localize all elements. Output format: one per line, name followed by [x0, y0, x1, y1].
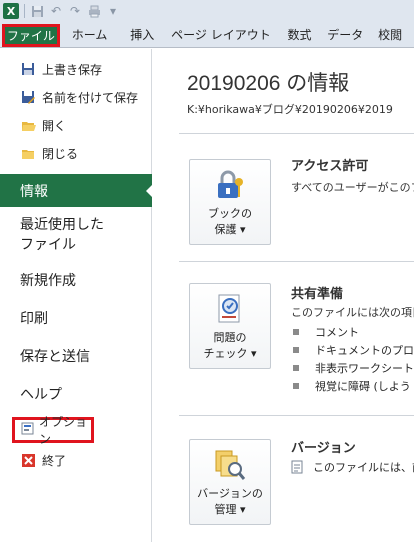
options-icon [21, 422, 34, 438]
nav-help-label: ヘルプ [20, 387, 62, 403]
save-icon[interactable] [30, 4, 44, 18]
list-item: ドキュメントのプロパ [291, 341, 414, 359]
section-divider [179, 415, 414, 416]
protect-button-label-2: 保護 ▾ [214, 223, 246, 236]
prepare-list: コメント ドキュメントのプロパ 非表示ワークシート 視覚に障碍 (しよう [291, 323, 414, 395]
nav-save-send-label: 保存と送信 [20, 349, 90, 365]
nav-save[interactable]: 上書き保存 [0, 55, 151, 83]
prepare-text: このファイルには次の項目 [291, 306, 414, 319]
list-item: 非表示ワークシート [291, 359, 414, 377]
nav-close-label: 閉じる [42, 146, 79, 161]
nav-recent-files[interactable]: 最近使用した ファイル [0, 207, 151, 261]
tab-page-layout[interactable]: ページ レイアウト [165, 22, 276, 47]
tab-home[interactable]: ホーム [60, 22, 120, 47]
nav-info[interactable]: 情報 [0, 174, 153, 207]
nav-save-as-label: 名前を付けて保存 [42, 90, 139, 105]
section-divider [179, 261, 414, 262]
exit-icon [20, 452, 36, 468]
tab-formulas[interactable]: 数式 [277, 22, 323, 47]
nav-new[interactable]: 新規作成 [0, 261, 151, 299]
page-title: 20190206 の情報 [187, 72, 350, 95]
close-folder-icon [20, 145, 36, 161]
list-item: 視覚に障碍 (しよう [291, 377, 414, 395]
save-as-icon [20, 89, 36, 105]
manage-versions-button[interactable]: バージョンの 管理 ▾ [189, 439, 271, 525]
customize-icon[interactable]: ▾ [106, 4, 120, 18]
info-pane: 20190206 の情報 K:¥horikawa¥ブログ¥20190206¥20… [153, 49, 414, 542]
nav-close[interactable]: 閉じる [0, 139, 151, 167]
check-for-issues-button[interactable]: 問題の チェック ▾ [189, 283, 271, 369]
permissions-text: すべてのユーザーがこのフ [291, 181, 414, 194]
versions-button-label-2: 管理 ▾ [214, 503, 246, 516]
nav-options-label: オプション [39, 415, 88, 446]
save-icon [20, 61, 36, 77]
protect-workbook-button[interactable]: ブックの 保護 ▾ [189, 159, 271, 245]
quick-access-toolbar: X ↶ ↷ ▾ [0, 0, 414, 22]
file-path: K:¥horikawa¥ブログ¥20190206¥2019 [187, 103, 393, 116]
check-button-label-2: チェック ▾ [203, 347, 257, 360]
tab-review[interactable]: 校閲 [368, 22, 414, 47]
versions-button-label-1: バージョンの [197, 487, 263, 500]
nav-exit-label: 終了 [42, 453, 67, 468]
nav-options[interactable]: オプション [12, 415, 94, 446]
nav-help[interactable]: ヘルプ [0, 375, 151, 413]
versions-line: このファイルには、前 [291, 459, 414, 475]
versions-icon [215, 450, 246, 480]
document-icon [291, 460, 303, 474]
permissions-heading: アクセス許可 [291, 159, 369, 174]
nav-save-label: 上書き保存 [42, 62, 103, 77]
tab-file[interactable]: ファイル [2, 24, 60, 47]
undo-icon[interactable]: ↶ [49, 4, 63, 18]
backstage-nav: 上書き保存 名前を付けて保存 開く 閉じる 情報 最近使用した ファイル 新規作… [0, 49, 153, 542]
nav-open[interactable]: 開く [0, 111, 151, 139]
nav-info-label: 情報 [20, 183, 48, 200]
inspect-document-icon [218, 294, 240, 323]
prepare-heading: 共有準備 [291, 287, 344, 302]
redo-icon[interactable]: ↷ [68, 4, 82, 18]
qat-separator [24, 4, 25, 18]
nav-save-as[interactable]: 名前を付けて保存 [0, 83, 151, 111]
nav-recent-label-2: ファイル [20, 237, 76, 253]
section-divider [179, 133, 414, 134]
excel-icon[interactable]: X [3, 3, 19, 19]
tab-data[interactable]: データ [322, 22, 368, 47]
lock-key-icon [218, 170, 243, 198]
tab-insert[interactable]: 挿入 [119, 22, 165, 47]
nav-open-label: 開く [42, 118, 67, 133]
nav-recent-label-1: 最近使用した [20, 217, 104, 233]
print-icon[interactable] [87, 4, 101, 18]
nav-new-label: 新規作成 [20, 273, 76, 289]
nav-save-send[interactable]: 保存と送信 [0, 337, 151, 375]
nav-print-label: 印刷 [20, 311, 48, 327]
ribbon-tabs: ファイル ホーム 挿入 ページ レイアウト 数式 データ 校閲 [0, 22, 414, 48]
nav-print[interactable]: 印刷 [0, 299, 151, 337]
versions-heading: バージョン [291, 441, 356, 456]
check-button-label-1: 問題の [213, 331, 247, 344]
list-item: コメント [291, 323, 414, 341]
versions-text: このファイルには、前 [313, 461, 414, 474]
nav-exit[interactable]: 終了 [0, 446, 151, 474]
open-folder-icon [20, 117, 36, 133]
protect-button-label-1: ブックの [208, 207, 252, 220]
